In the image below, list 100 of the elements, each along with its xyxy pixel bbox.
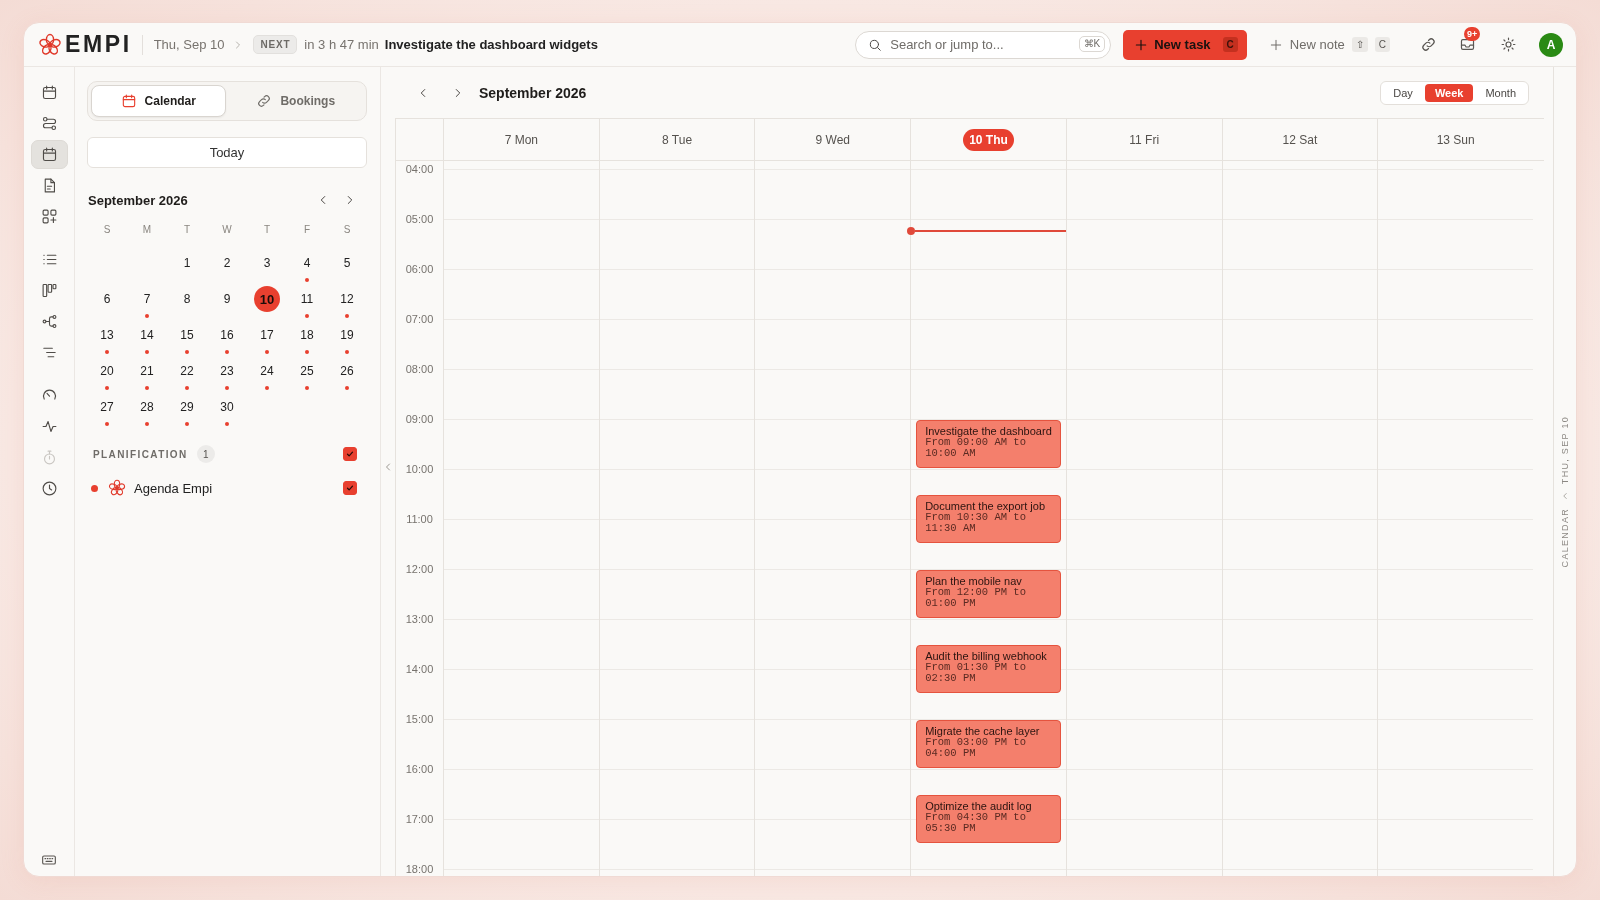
calendar-day[interactable]: 11 <box>294 282 320 318</box>
calendar-day[interactable]: 19 <box>334 318 360 354</box>
calendar-day[interactable]: 4 <box>294 246 320 282</box>
section-title: PLANIFICATION <box>93 448 188 460</box>
calendar-day[interactable]: 29 <box>174 390 200 426</box>
checkbox[interactable] <box>343 481 357 495</box>
calendar-day[interactable]: 1 <box>174 246 200 282</box>
check-icon <box>345 483 355 493</box>
view-button[interactable]: Week <box>1424 83 1474 102</box>
event-card[interactable]: Migrate the cache layer From 03:00 PM to 04:00 PM <box>916 720 1061 768</box>
calendar-day[interactable]: 6 <box>94 282 120 318</box>
calendar-day[interactable]: 3 <box>254 246 280 282</box>
sidebar-tab[interactable]: Bookings <box>228 85 363 117</box>
event-title: Migrate the cache layer <box>925 725 1040 737</box>
calendar-day[interactable]: 20 <box>94 354 120 390</box>
event-time: From 09:00 AM to 10:00 AM <box>925 437 1027 459</box>
event-dot-icon <box>305 278 309 282</box>
event-dot-icon <box>345 386 349 390</box>
calendar-day[interactable]: 23 <box>214 354 240 390</box>
new-task-button[interactable]: New task C <box>1123 29 1247 60</box>
calendar-day[interactable]: 26 <box>334 354 360 390</box>
calendar-day[interactable]: 5 <box>334 246 360 282</box>
event-title: Document the export job <box>925 500 1045 512</box>
calendar-day[interactable]: 15 <box>174 318 200 354</box>
weekday-label: T <box>183 224 191 235</box>
count-badge: 1 <box>196 445 215 463</box>
calendar-nav-button[interactable] <box>30 140 68 169</box>
calendar-day[interactable]: 21 <box>134 354 160 390</box>
month-title: September 2026 <box>88 192 188 208</box>
calendar-day[interactable]: 9 <box>214 282 240 318</box>
hour-label: 17:00 <box>405 812 434 826</box>
calendar-day[interactable]: 24 <box>254 354 280 390</box>
hour-label: 15:00 <box>405 712 434 726</box>
link-icon[interactable] <box>1420 36 1437 53</box>
event-time: From 10:30 AM to 11:30 AM <box>925 512 1026 534</box>
calendar-day[interactable]: 16 <box>214 318 240 354</box>
search-icon <box>868 37 883 52</box>
keyboard-icon[interactable] <box>41 852 57 868</box>
sidebar-tab[interactable]: Calendar <box>91 85 226 117</box>
calendar-day[interactable]: 17 <box>254 318 280 354</box>
event-dot-icon <box>145 386 149 390</box>
day-header: 9 Wed <box>815 132 851 147</box>
event-dot-icon <box>225 422 229 426</box>
view-button[interactable]: Day <box>1383 83 1423 102</box>
calendar-day[interactable]: 22 <box>174 354 200 390</box>
check-icon <box>345 449 355 459</box>
event-dot-icon <box>265 350 269 354</box>
event-dot-icon <box>225 350 229 354</box>
sun-icon[interactable] <box>1500 36 1517 53</box>
event-dot-icon <box>305 386 309 390</box>
event-dot-icon <box>225 386 229 390</box>
calendar-day[interactable]: 7 <box>134 282 160 318</box>
hour-label: 10:00 <box>405 462 434 476</box>
event-title: Investigate the dashboard <box>925 425 1052 437</box>
date-label: Thu, Sep 10 <box>153 37 225 52</box>
today-button[interactable]: Today <box>87 137 367 168</box>
weekday-label: T <box>263 224 271 235</box>
plus-icon <box>1268 37 1283 52</box>
calendar-day[interactable]: 28 <box>134 390 160 426</box>
event-dot-icon <box>185 350 189 354</box>
day-header: 7 Mon <box>504 132 539 147</box>
week-title: September 2026 <box>479 84 587 101</box>
hour-label: 11:00 <box>406 512 433 526</box>
calendar-name[interactable]: Agenda Empi <box>134 480 213 496</box>
event-card[interactable]: Document the export job From 10:30 AM to 11:30 AM <box>916 495 1061 543</box>
event-card[interactable]: Plan the mobile nav From 12:00 PM to 01:00 PM <box>916 570 1061 618</box>
calendar-day[interactable]: 27 <box>94 390 120 426</box>
calendar-day[interactable]: 13 <box>94 318 120 354</box>
event-title: Optimize the audit log <box>925 800 1032 812</box>
calendar-day[interactable]: 8 <box>174 282 200 318</box>
event-time: From 03:00 PM to 04:00 PM <box>925 737 1026 759</box>
event-time: From 01:30 PM to 02:30 PM <box>925 662 1027 684</box>
event-dot-icon <box>105 350 109 354</box>
calendar-day[interactable]: 14 <box>134 318 160 354</box>
day-header: 10 Thu <box>963 128 1014 151</box>
event-dot-icon <box>185 386 189 390</box>
day-header: 12 Sat <box>1282 132 1318 147</box>
checkbox[interactable] <box>343 447 357 461</box>
weekday-label: F <box>303 224 311 235</box>
hour-label: 09:00 <box>405 412 434 426</box>
next-task-title[interactable]: Investigate the dashboard widgets <box>384 37 598 52</box>
side-panel-label[interactable]: CALENDAR <box>1560 507 1570 568</box>
calendar-day[interactable]: 12 <box>334 282 360 318</box>
event-card[interactable]: Audit the billing webhook From 01:30 PM to 02:30 PM <box>916 645 1061 693</box>
calendar-day[interactable]: 18 <box>294 318 320 354</box>
calendar-day[interactable]: 2 <box>214 246 240 282</box>
view-button[interactable]: Month <box>1475 83 1526 102</box>
avatar[interactable]: A <box>1539 32 1563 57</box>
inbox-icon[interactable] <box>1459 36 1476 53</box>
calendar-day[interactable]: 30 <box>214 390 240 426</box>
calendar-day[interactable]: 25 <box>294 354 320 390</box>
hour-label: 06:00 <box>405 262 434 276</box>
event-card[interactable]: Investigate the dashboard From 09:00 AM to 10:00 AM <box>916 420 1061 468</box>
weekday-label: W <box>222 224 232 235</box>
event-card[interactable]: Optimize the audit log From 04:30 PM to 05:30 PM <box>916 795 1061 843</box>
new-note-button[interactable]: New note ⇧ C <box>1268 37 1390 52</box>
plus-icon <box>1134 37 1149 52</box>
event-dot-icon <box>105 422 109 426</box>
day-header: 13 Sun <box>1436 132 1475 147</box>
link-icon <box>256 93 273 109</box>
